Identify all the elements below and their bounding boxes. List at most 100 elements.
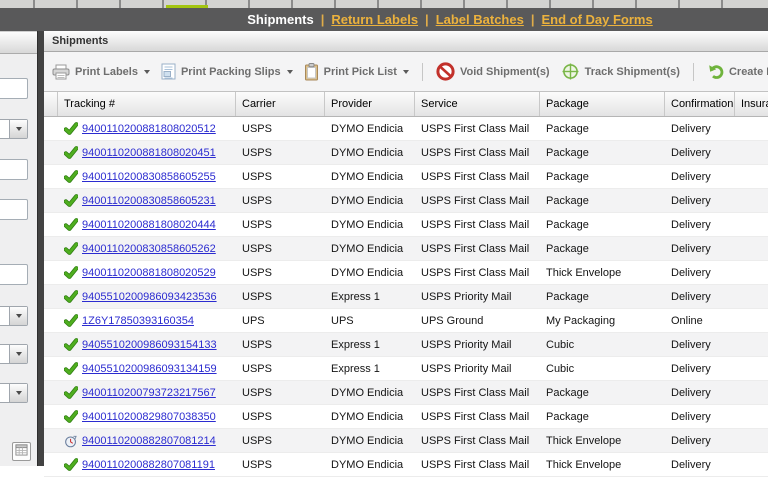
tracking-link[interactable]: 9400110200830858605255 bbox=[82, 171, 216, 183]
sidebar-input-4[interactable] bbox=[0, 264, 28, 285]
panel-title: Shipments bbox=[44, 31, 768, 52]
provider-cell: DYMO Endicia bbox=[331, 122, 404, 135]
table-row[interactable]: 1Z6Y17850393160354 UPS UPS UPS Ground My Pac… bbox=[44, 309, 768, 333]
package-cell: Package bbox=[546, 290, 589, 303]
provider-cell: DYMO Endicia bbox=[331, 194, 404, 207]
table-body: 9400110200881808020512 USPS DYMO Endicia US… bbox=[44, 117, 768, 477]
service-cell: USPS Priority Mail bbox=[421, 362, 512, 375]
tracking-link[interactable]: 9400110200881808020512 bbox=[82, 123, 216, 135]
create-return-button[interactable]: Create Return bbox=[707, 63, 768, 80]
carrier-cell: USPS bbox=[242, 266, 272, 279]
tracking-link[interactable]: 9400110200882807081191 bbox=[82, 459, 215, 471]
column-header-confirmation[interactable]: Confirmation bbox=[665, 92, 735, 116]
tracking-link[interactable]: 9400110200881808020444 bbox=[82, 219, 216, 231]
chevron-down-icon[interactable] bbox=[9, 307, 27, 325]
tracking-link[interactable]: 9400110200829807038350 bbox=[82, 411, 216, 423]
confirmation-cell: Delivery bbox=[671, 290, 711, 303]
tab-strip-segments[interactable] bbox=[0, 0, 768, 8]
check-icon bbox=[64, 266, 78, 279]
table-row[interactable]: 9400110200830858605231 USPS DYMO Endicia US… bbox=[44, 189, 768, 213]
track-icon bbox=[561, 62, 580, 81]
void-shipment-s-button[interactable]: Void Shipment(s) bbox=[436, 62, 550, 81]
nav-tab-shipments[interactable]: Shipments bbox=[247, 12, 313, 27]
table-row[interactable]: 9400110200881808020444 USPS DYMO Endicia US… bbox=[44, 213, 768, 237]
confirmation-cell: Delivery bbox=[671, 146, 711, 159]
carrier-cell: USPS bbox=[242, 242, 272, 255]
table-row[interactable]: 9400110200793723217567 USPS DYMO Endicia US… bbox=[44, 381, 768, 405]
table-row[interactable]: 9400110200882807081191 USPS DYMO Endicia US… bbox=[44, 453, 768, 477]
carrier-cell: USPS bbox=[242, 146, 272, 159]
sidebar-input-3[interactable] bbox=[0, 199, 28, 220]
provider-cell: DYMO Endicia bbox=[331, 170, 404, 183]
service-cell: USPS First Class Mail bbox=[421, 218, 530, 231]
service-cell: USPS Priority Mail bbox=[421, 290, 512, 303]
calendar-icon bbox=[15, 443, 28, 461]
carrier-cell: USPS bbox=[242, 122, 272, 135]
chevron-down-icon[interactable] bbox=[9, 120, 27, 138]
package-cell: Package bbox=[546, 410, 589, 423]
package-cell: Thick Envelope bbox=[546, 458, 622, 471]
column-header-tracking[interactable]: Tracking # bbox=[58, 92, 236, 116]
column-header-insurance[interactable]: Insurance bbox=[735, 92, 768, 116]
track-shipment-s-button[interactable]: Track Shipment(s) bbox=[561, 62, 680, 81]
chevron-down-icon[interactable] bbox=[9, 384, 27, 402]
confirmation-cell: Delivery bbox=[671, 458, 711, 471]
dropdown-caret-icon[interactable] bbox=[402, 69, 409, 74]
table-row[interactable]: 9400110200881808020512 USPS DYMO Endicia US… bbox=[44, 117, 768, 141]
tracking-link[interactable]: 9400110200830858605231 bbox=[82, 195, 216, 207]
column-header-service[interactable]: Service bbox=[415, 92, 540, 116]
tracking-link[interactable]: 9400110200881808020451 bbox=[82, 147, 216, 159]
tracking-link[interactable]: 9400110200830858605262 bbox=[82, 243, 216, 255]
column-header-package[interactable]: Package bbox=[540, 92, 665, 116]
confirmation-cell: Delivery bbox=[671, 242, 711, 255]
main-navbar: Shipments | Return Labels | Label Batches | En… bbox=[0, 8, 768, 31]
nav-tab-return-labels[interactable]: Return Labels bbox=[331, 12, 418, 27]
print-packing-slips-button[interactable]: Print Packing Slips bbox=[161, 63, 293, 80]
sidebar-input-1[interactable] bbox=[0, 78, 28, 99]
nav-tab-end-of-day-forms[interactable]: End of Day Forms bbox=[541, 12, 652, 27]
packing-slip-icon bbox=[161, 63, 176, 80]
print-pick-list-button[interactable]: Print Pick List bbox=[304, 62, 409, 81]
tracking-link[interactable]: 1Z6Y17850393160354 bbox=[82, 315, 194, 327]
table-row[interactable]: 9405510200986093154133 USPS Express 1 USPS … bbox=[44, 333, 768, 357]
table-row[interactable]: 9400110200829807038350 USPS DYMO Endicia US… bbox=[44, 405, 768, 429]
tracking-cell: 9405510200986093134159 bbox=[58, 362, 236, 375]
dropdown-caret-icon[interactable] bbox=[143, 69, 150, 74]
tracking-link[interactable]: 9405510200986093423536 bbox=[82, 291, 217, 303]
table-row[interactable]: 9405510200986093423536 USPS Express 1 USPS … bbox=[44, 285, 768, 309]
confirmation-cell: Online bbox=[671, 314, 703, 327]
sidebar-input-2[interactable] bbox=[0, 159, 28, 180]
package-cell: Package bbox=[546, 242, 589, 255]
column-header-carrier[interactable]: Carrier bbox=[236, 92, 325, 116]
print-labels-button[interactable]: Print Labels bbox=[52, 64, 150, 80]
sidebar-main-divider[interactable] bbox=[37, 31, 44, 466]
tracking-link[interactable]: 9400110200793723217567 bbox=[82, 387, 216, 399]
chevron-down-icon[interactable] bbox=[9, 345, 27, 363]
date-picker-button[interactable] bbox=[12, 442, 31, 461]
table-row[interactable]: 9400110200882807081214 USPS DYMO Endicia US… bbox=[44, 429, 768, 453]
sidebar-select-2[interactable] bbox=[0, 306, 28, 326]
provider-cell: DYMO Endicia bbox=[331, 218, 404, 231]
carrier-cell: UPS bbox=[242, 314, 265, 327]
column-header-provider[interactable]: Provider bbox=[325, 92, 415, 116]
service-cell: USPS First Class Mail bbox=[421, 266, 530, 279]
tracking-link[interactable]: 9400110200882807081214 bbox=[82, 435, 216, 447]
sidebar-select-1[interactable] bbox=[0, 119, 28, 139]
sidebar-select-3[interactable] bbox=[0, 344, 28, 364]
tracking-link[interactable]: 9400110200881808020529 bbox=[82, 267, 216, 279]
tracking-link[interactable]: 9405510200986093154133 bbox=[82, 339, 217, 351]
sidebar-select-4[interactable] bbox=[0, 383, 28, 403]
dropdown-caret-icon[interactable] bbox=[286, 69, 293, 74]
tracking-link[interactable]: 9405510200986093134159 bbox=[82, 363, 217, 375]
table-row[interactable]: 9400110200830858605262 USPS DYMO Endicia US… bbox=[44, 237, 768, 261]
check-icon bbox=[64, 410, 78, 423]
table-row[interactable]: 9400110200830858605255 USPS DYMO Endicia US… bbox=[44, 165, 768, 189]
provider-cell: Express 1 bbox=[331, 362, 380, 375]
table-row[interactable]: 9405510200986093134159 USPS Express 1 USPS … bbox=[44, 357, 768, 381]
nav-tab-label-batches[interactable]: Label Batches bbox=[436, 12, 524, 27]
provider-cell: DYMO Endicia bbox=[331, 242, 404, 255]
table-row[interactable]: 9400110200881808020451 USPS DYMO Endicia US… bbox=[44, 141, 768, 165]
service-cell: USPS First Class Mail bbox=[421, 122, 530, 135]
provider-cell: DYMO Endicia bbox=[331, 410, 404, 423]
table-row[interactable]: 9400110200881808020529 USPS DYMO Endicia US… bbox=[44, 261, 768, 285]
